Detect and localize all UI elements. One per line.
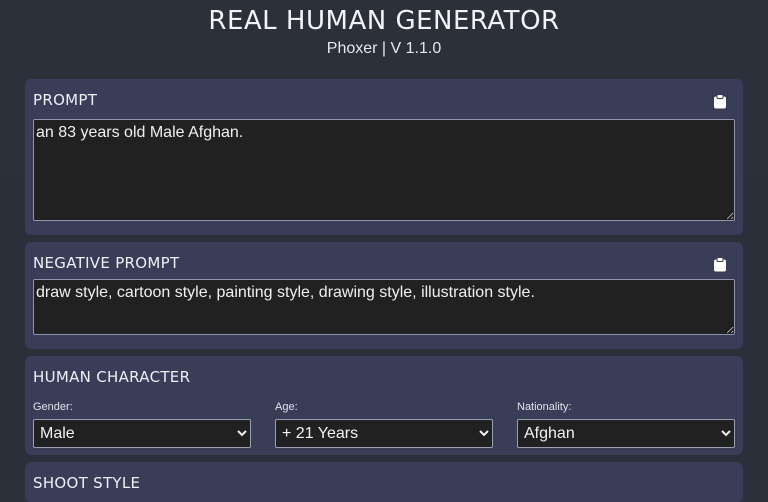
- prompt-textarea[interactable]: an 83 years old Male Afghan.: [33, 119, 735, 221]
- gender-label: Gender:: [33, 401, 73, 413]
- nationality-label: Nationality:: [517, 401, 572, 413]
- negative-prompt-panel: NEGATIVE PROMPT draw style, cartoon styl…: [25, 242, 743, 349]
- app-subtitle: Phoxer | V 1.1.0: [326, 40, 442, 57]
- app-title: REAL HUMAN GENERATOR: [208, 6, 560, 36]
- shoot-style-panel: SHOOT STYLE: [25, 462, 743, 502]
- prompt-title: PROMPT: [33, 91, 98, 109]
- page-header: REAL HUMAN GENERATOR Phoxer | V 1.1.0: [0, 0, 768, 70]
- shoot-style-title: SHOOT STYLE: [33, 474, 141, 492]
- human-character-panel: HUMAN CHARACTER Gender: Male Age: + 21 Y…: [25, 356, 743, 455]
- age-select[interactable]: + 21 Years: [275, 419, 493, 448]
- clipboard-icon[interactable]: [713, 94, 727, 109]
- negative-prompt-textarea[interactable]: draw style, cartoon style, painting styl…: [33, 279, 735, 335]
- nationality-select[interactable]: Afghan: [517, 419, 735, 448]
- age-label: Age:: [275, 401, 298, 413]
- prompt-panel: PROMPT an 83 years old Male Afghan.: [25, 79, 743, 235]
- clipboard-icon[interactable]: [713, 257, 727, 272]
- negative-prompt-title: NEGATIVE PROMPT: [33, 254, 180, 272]
- human-character-title: HUMAN CHARACTER: [33, 368, 191, 386]
- gender-select[interactable]: Male: [33, 419, 251, 448]
